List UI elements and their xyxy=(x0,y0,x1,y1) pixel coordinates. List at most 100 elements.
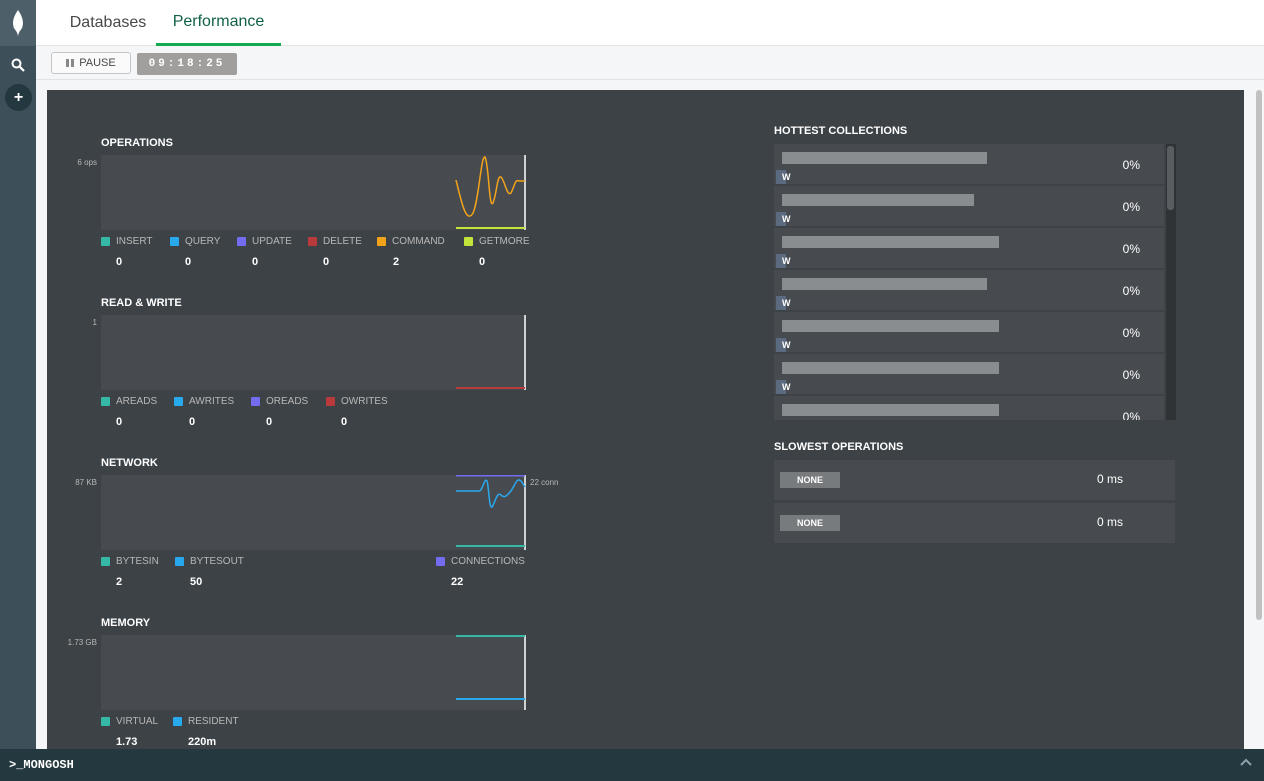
legend-label: BYTESOUT xyxy=(190,556,244,567)
hottest-collections-list: W 0% W 0% W 0% W 0% W 0% W 0% 0% xyxy=(774,144,1176,420)
legend-getmore: GETMORE xyxy=(464,236,530,247)
legend-swatch xyxy=(326,397,335,406)
legend-query: QUERY xyxy=(170,236,220,247)
page-scrollbar-thumb[interactable] xyxy=(1256,90,1262,620)
list-item[interactable]: NONE 0 ms xyxy=(774,460,1175,500)
redacted-collection-name xyxy=(782,320,999,332)
mongosh-bar[interactable]: >_MONGOSH xyxy=(0,749,1264,781)
legend-swatch xyxy=(175,557,184,566)
write-badge: W xyxy=(776,338,791,352)
legend-label: UPDATE xyxy=(252,236,292,247)
legend-connections: CONNECTIONS xyxy=(436,556,525,567)
pause-button[interactable]: PAUSE xyxy=(51,52,131,74)
mongosh-label: >_MONGOSH xyxy=(9,758,74,772)
list-item[interactable]: W 0% xyxy=(774,144,1164,184)
value-insert: 0 xyxy=(116,256,123,268)
list-item[interactable]: W 0% xyxy=(774,186,1164,226)
hottest-collections-title: HOTTEST COLLECTIONS xyxy=(774,125,908,137)
search-icon[interactable] xyxy=(8,55,28,75)
write-badge: W xyxy=(776,380,791,394)
load-percent: 0% xyxy=(1122,242,1140,256)
value-command: 2 xyxy=(393,256,400,268)
value-getmore: 0 xyxy=(479,256,486,268)
write-badge: W xyxy=(776,296,791,310)
tab-bar: Databases Performance xyxy=(36,0,1264,46)
chevron-up-icon[interactable] xyxy=(1240,757,1252,771)
performance-toolbar: PAUSE 09:18:25 xyxy=(36,46,1264,80)
clock-display: 09:18:25 xyxy=(137,53,237,75)
value-delete: 0 xyxy=(323,256,330,268)
legend-swatch xyxy=(377,237,386,246)
legend-swatch xyxy=(251,397,260,406)
value-awrites: 0 xyxy=(189,416,196,428)
legend-bytesin: BYTESIN xyxy=(101,556,159,567)
list-item[interactable]: 0% xyxy=(774,396,1164,420)
load-percent: 0% xyxy=(1122,410,1140,420)
performance-dashboard: OPERATIONS 6 ops INSERT QUERY UPDATE DEL… xyxy=(47,90,1244,750)
legend-insert: INSERT xyxy=(101,236,153,247)
write-badge: W xyxy=(776,254,791,268)
legend-label: OREADS xyxy=(266,396,309,407)
legend-swatch xyxy=(101,237,110,246)
memory-plot xyxy=(101,635,526,710)
legend-swatch xyxy=(173,717,182,726)
value-areads: 0 xyxy=(116,416,123,428)
list-item[interactable]: W 0% xyxy=(774,228,1164,268)
network-plot xyxy=(101,475,526,550)
memory-title: MEMORY xyxy=(101,617,151,629)
load-percent: 0% xyxy=(1122,326,1140,340)
tab-databases[interactable]: Databases xyxy=(50,0,166,46)
list-item[interactable]: W 0% xyxy=(774,312,1164,352)
legend-swatch xyxy=(101,557,110,566)
hottest-scrollbar-thumb[interactable] xyxy=(1167,146,1174,210)
add-connection-button[interactable]: + xyxy=(5,84,32,111)
write-badge: W xyxy=(776,212,791,226)
legend-label: GETMORE xyxy=(479,236,530,247)
legend-label: RESIDENT xyxy=(188,716,239,727)
legend-swatch xyxy=(237,237,246,246)
legend-awrites: AWRITES xyxy=(174,396,234,407)
readwrite-ymax: 1 xyxy=(92,318,97,327)
legend-areads: AREADS xyxy=(101,396,157,407)
legend-resident: RESIDENT xyxy=(173,716,239,727)
list-item[interactable]: W 0% xyxy=(774,354,1164,394)
list-item[interactable]: W 0% xyxy=(774,270,1164,310)
slowest-operations-title: SLOWEST OPERATIONS xyxy=(774,441,904,453)
value-bytesout: 50 xyxy=(190,576,203,588)
load-percent: 0% xyxy=(1122,200,1140,214)
redacted-collection-name xyxy=(782,194,974,206)
legend-oreads: OREADS xyxy=(251,396,308,407)
legend-delete: DELETE xyxy=(308,236,362,247)
legend-label: CONNECTIONS xyxy=(451,556,525,567)
pause-label: PAUSE xyxy=(79,57,116,69)
tab-performance[interactable]: Performance xyxy=(156,0,281,46)
value-bytesin: 2 xyxy=(116,576,123,588)
legend-swatch xyxy=(174,397,183,406)
operation-duration: 0 ms xyxy=(1097,472,1124,486)
redacted-collection-name xyxy=(782,404,999,416)
legend-virtual: VIRTUAL xyxy=(101,716,158,727)
legend-label: QUERY xyxy=(185,236,221,247)
value-virtual: 1.73 xyxy=(116,736,138,748)
load-percent: 0% xyxy=(1122,284,1140,298)
legend-bytesout: BYTESOUT xyxy=(175,556,244,567)
operations-ymax: 6 ops xyxy=(77,158,97,167)
mongodb-leaf-logo[interactable] xyxy=(0,0,36,46)
load-percent: 0% xyxy=(1122,158,1140,172)
value-oreads: 0 xyxy=(266,416,273,428)
legend-label: INSERT xyxy=(116,236,153,247)
left-rail: + xyxy=(0,0,36,749)
legend-label: BYTESIN xyxy=(116,556,159,567)
legend-label: AWRITES xyxy=(189,396,235,407)
redacted-collection-name xyxy=(782,362,999,374)
legend-command: COMMAND xyxy=(377,236,445,247)
redacted-collection-name xyxy=(782,278,987,290)
readwrite-title: READ & WRITE xyxy=(101,297,182,309)
network-conn-label: 22 conn xyxy=(530,478,559,487)
write-badge: W xyxy=(776,170,791,184)
list-item[interactable]: NONE 0 ms xyxy=(774,503,1175,543)
network-ymax: 87 KB xyxy=(75,478,97,487)
legend-swatch xyxy=(101,717,110,726)
readwrite-plot xyxy=(101,315,526,390)
legend-owrites: OWRITES xyxy=(326,396,388,407)
